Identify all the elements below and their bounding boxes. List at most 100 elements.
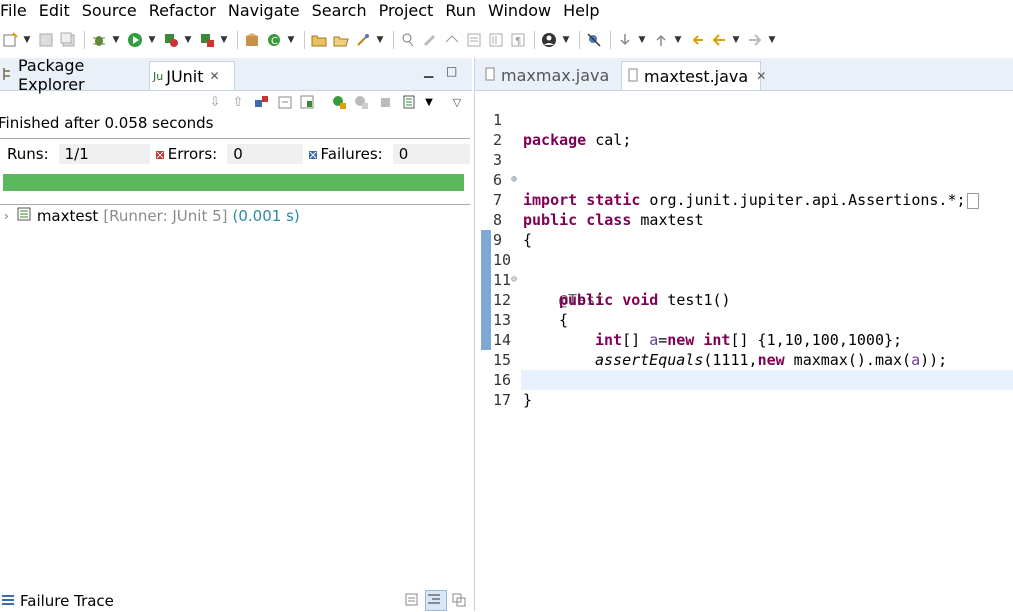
pin-dropdown-icon[interactable]: ▼ [561, 35, 571, 45]
block-selection-icon[interactable] [442, 30, 462, 50]
code-line: 2 [475, 110, 1013, 149]
word-wrap-icon[interactable] [464, 30, 484, 50]
new-class-dropdown-icon[interactable]: ▼ [286, 35, 296, 45]
counters-bar: Runs: 1/1 Errors: 0 Failures: 0 [0, 144, 470, 164]
divider [0, 138, 470, 139]
svg-text:¶: ¶ [515, 36, 521, 47]
new-icon[interactable] [0, 30, 20, 50]
mark-occurrences-icon[interactable] [420, 30, 440, 50]
menu-navigate[interactable]: Navigate [228, 1, 306, 21]
test-run-history-icon[interactable] [400, 94, 418, 112]
search-icon[interactable] [353, 30, 373, 50]
compare-icon[interactable] [404, 592, 420, 612]
save-icon[interactable] [36, 30, 56, 50]
next-annotation-icon[interactable] [615, 30, 635, 50]
filter-stack-icon[interactable] [425, 590, 447, 611]
show-whitespace-icon[interactable] [486, 30, 506, 50]
open-type-icon[interactable] [309, 30, 329, 50]
svg-text:C: C [271, 36, 278, 47]
test-class-name: maxtest [36, 207, 99, 225]
test-runner: [Runner: JUnit 5] [103, 207, 228, 225]
tab-junit[interactable]: Ju JUnit ✕ [149, 61, 235, 90]
junit-icon: Ju [153, 69, 164, 83]
rerun-test-icon[interactable] [330, 94, 348, 112]
menu-edit[interactable]: Edit [39, 1, 76, 21]
tab-maxtest-java[interactable]: maxtest.java ✕ [621, 61, 766, 90]
next-annotation-dropdown-icon[interactable]: ▼ [637, 35, 647, 45]
status-finished: Finished after 0.058 seconds [0, 114, 214, 132]
external-tools-icon[interactable] [197, 30, 217, 50]
run-dropdown-icon[interactable]: ▼ [147, 35, 157, 45]
last-edit-icon[interactable] [687, 30, 707, 50]
menu-source[interactable]: Source [82, 1, 143, 21]
editor-tabs: maxmax.java maxtest.java ✕ [475, 58, 1013, 91]
coverage-dropdown-icon[interactable]: ▼ [183, 35, 193, 45]
prev-annotation-icon[interactable] [651, 30, 671, 50]
code-line: 15 } [475, 330, 1013, 389]
save-all-icon[interactable] [58, 30, 78, 50]
search-dropdown-icon[interactable]: ▼ [375, 35, 385, 45]
rerun-failed-first-icon[interactable] [352, 94, 370, 112]
failure-trace-icon [2, 592, 14, 610]
stop-icon[interactable] [376, 94, 394, 112]
menu-refactor[interactable]: Refactor [149, 1, 222, 21]
scroll-lock-icon[interactable] [276, 94, 294, 112]
new-package-icon[interactable] [242, 30, 262, 50]
code-line: 7 public class maxtest [475, 170, 1013, 229]
menu-help[interactable]: Help [563, 1, 605, 21]
failure-trace-header: Failure Trace [0, 590, 472, 612]
forward-dropdown-icon[interactable]: ▼ [767, 35, 777, 45]
view-menu-icon[interactable]: ▽ [448, 94, 466, 112]
minimize-icon[interactable]: ▁ [424, 64, 433, 78]
tab-package-explorer[interactable]: Package Explorer [2, 56, 146, 94]
pin-icon[interactable] [539, 30, 559, 50]
toolbar-separator [237, 31, 238, 49]
debug-icon[interactable] [89, 30, 109, 50]
menu-window[interactable]: Window [488, 1, 557, 21]
layout-icon[interactable] [298, 94, 316, 112]
code-line: 14 assertEquals(1111,new maxmax().max(a)… [475, 310, 1013, 369]
test-tree-row[interactable]: › maxtest [Runner: JUnit 5] (0.001 s) [4, 207, 300, 225]
history-dropdown-icon[interactable]: ▼ [420, 94, 438, 112]
code-line: 8 { [475, 190, 1013, 249]
code-line: 13 int[] a=new int[] {1,10,100,1000}; [475, 290, 1013, 349]
coverage-icon[interactable] [161, 30, 181, 50]
close-icon[interactable]: ✕ [210, 69, 220, 83]
paragraph-icon[interactable]: ¶ [508, 30, 528, 50]
run-icon[interactable] [125, 30, 145, 50]
back-dropdown-icon[interactable]: ▼ [731, 35, 741, 45]
menu-project[interactable]: Project [379, 1, 440, 21]
tab-maxmax-java[interactable]: maxmax.java [479, 61, 615, 89]
menu-search[interactable]: Search [312, 1, 373, 21]
junit-toolbar: ⇩ ⇧ ▼ ▽ [0, 92, 472, 114]
previous-failure-icon[interactable]: ⇧ [229, 94, 247, 112]
errors-label: Errors: [167, 145, 218, 163]
code-line: 6 [475, 150, 1013, 189]
tab-label: JUnit [166, 66, 204, 86]
toggle-breadcrumb-icon[interactable] [398, 30, 418, 50]
new-dropdown-icon[interactable]: ▼ [22, 35, 32, 45]
show-failures-only-icon[interactable] [252, 94, 270, 112]
back-icon[interactable] [709, 30, 729, 50]
code-line: 16 } [475, 350, 1013, 409]
code-line: 9 [475, 210, 1013, 249]
code-line: 3 ⊕ import static org.junit.jupiter.api.… [475, 130, 1013, 209]
prev-annotation-dropdown-icon[interactable]: ▼ [673, 35, 683, 45]
debug-dropdown-icon[interactable]: ▼ [111, 35, 121, 45]
copy-trace-icon[interactable] [451, 592, 467, 612]
forward-icon[interactable] [745, 30, 765, 50]
external-tools-dropdown-icon[interactable]: ▼ [219, 35, 229, 45]
left-view-tabs: Package Explorer Ju JUnit ✕ ▁ □ [0, 56, 472, 94]
new-class-icon[interactable]: C [264, 30, 284, 50]
skip-breakpoints-icon[interactable] [584, 30, 604, 50]
tab-label: maxmax.java [501, 65, 610, 85]
maximize-icon[interactable]: □ [446, 64, 457, 78]
chevron-right-icon[interactable]: › [4, 209, 9, 223]
menu-file[interactable]: File [0, 1, 33, 21]
menu-run[interactable]: Run [445, 1, 482, 21]
open-task-icon[interactable] [331, 30, 351, 50]
toolbar-separator [84, 31, 85, 49]
code-editor[interactable]: 1 package cal; 2 3 ⊕ import static org.j… [475, 90, 1013, 611]
next-failure-icon[interactable]: ⇩ [206, 94, 224, 112]
close-icon[interactable]: ✕ [756, 69, 766, 83]
